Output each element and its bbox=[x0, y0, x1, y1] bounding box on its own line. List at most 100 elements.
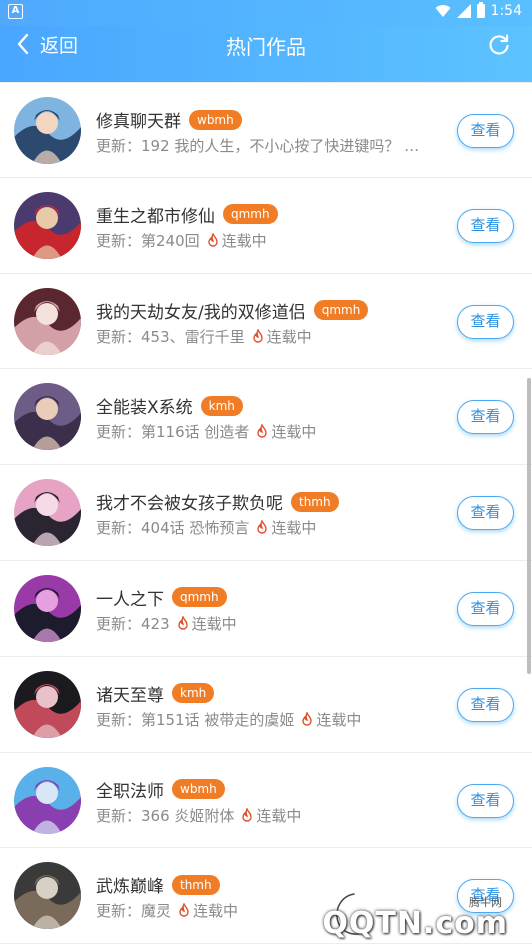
cover-avatar[interactable] bbox=[14, 862, 81, 930]
refresh-icon[interactable] bbox=[486, 32, 512, 58]
work-title[interactable]: 全能装X系统 bbox=[96, 393, 193, 418]
work-title[interactable]: 武炼巅峰 bbox=[96, 872, 164, 897]
list-item[interactable]: 全职法师 wbmh 更新：366 炎姬附体 连载中 查看 bbox=[0, 752, 532, 849]
cover-avatar[interactable] bbox=[14, 287, 81, 355]
source-tag: kmh bbox=[172, 683, 215, 704]
serial-status: 连载中 bbox=[206, 230, 267, 251]
update-text: 更新：192 我的人生，不小心按了快进键吗？ … bbox=[96, 137, 420, 155]
view-button[interactable]: 查看 bbox=[457, 591, 514, 626]
work-title[interactable]: 我才不会被女孩子欺负呢 bbox=[96, 489, 283, 514]
update-line: 更新：366 炎姬附体 连载中 bbox=[96, 805, 301, 826]
list-item[interactable]: 修真聊天群 wbmh 更新：192 我的人生，不小心按了快进键吗？ … 查看 bbox=[0, 82, 532, 178]
page-title: 热门作品 bbox=[226, 35, 306, 59]
cover-avatar[interactable] bbox=[14, 670, 81, 738]
fire-icon bbox=[207, 232, 218, 247]
update-line: 更新：453、雷行千里 连载中 bbox=[96, 326, 312, 347]
update-text: 更新：第240回 bbox=[96, 231, 200, 250]
wifi-icon bbox=[435, 5, 451, 18]
chevron-left-icon bbox=[17, 33, 29, 55]
title-line: 修真聊天群 wbmh bbox=[96, 107, 242, 132]
battery-icon bbox=[476, 2, 485, 18]
fire-icon bbox=[302, 711, 313, 726]
work-title[interactable]: 诸天至尊 bbox=[96, 681, 164, 706]
list-item[interactable]: 重生之都市修仙 qmmh 更新：第240回 连载中 查看 bbox=[0, 177, 532, 274]
update-line: 更新：第240回 连载中 bbox=[96, 230, 267, 251]
fire-icon bbox=[257, 424, 268, 439]
fire-icon bbox=[179, 903, 189, 918]
title-line: 我的天劫女友/我的双修道侣 qmmh bbox=[96, 298, 369, 323]
work-title[interactable]: 全职法师 bbox=[96, 777, 164, 802]
view-button[interactable]: 查看 bbox=[457, 304, 514, 339]
update-text: 更新：第116话 创造者 bbox=[96, 423, 250, 442]
view-button[interactable]: 查看 bbox=[457, 783, 514, 818]
work-title[interactable]: 重生之都市修仙 bbox=[96, 202, 215, 227]
cover-avatar[interactable] bbox=[14, 479, 81, 547]
update-line: 更新：第116话 创造者 连载中 bbox=[96, 421, 316, 442]
signal-icon bbox=[456, 4, 471, 18]
serial-status: 连载中 bbox=[177, 900, 238, 921]
serial-status: 连载中 bbox=[176, 613, 237, 634]
update-text: 更新：404话 恐怖预言 bbox=[96, 519, 250, 538]
serial-status: 连载中 bbox=[255, 421, 316, 442]
title-line: 全能装X系统 kmh bbox=[96, 393, 243, 418]
watermark: 腾牛网 QQTN.com bbox=[316, 886, 526, 946]
work-title[interactable]: 修真聊天群 bbox=[96, 107, 181, 132]
cover-avatar[interactable] bbox=[14, 191, 81, 259]
title-line: 全职法师 wbmh bbox=[96, 777, 225, 802]
status-bar: A 1:54 bbox=[0, 0, 532, 26]
title-line: 诸天至尊 kmh bbox=[96, 681, 215, 706]
update-text: 更新：453、雷行千里 bbox=[96, 327, 245, 346]
status-time: 1:54 bbox=[490, 3, 522, 19]
scrollbar[interactable] bbox=[527, 378, 531, 674]
works-list: 修真聊天群 wbmh 更新：192 我的人生，不小心按了快进键吗？ … 查看 重… bbox=[0, 82, 532, 945]
cover-avatar[interactable] bbox=[14, 97, 81, 164]
update-text: 更新：第151话 被带走的虞姬 bbox=[96, 710, 295, 729]
source-tag: qmmh bbox=[223, 204, 278, 225]
serial-status: 连载中 bbox=[255, 517, 316, 538]
view-button[interactable]: 查看 bbox=[457, 208, 514, 243]
title-line: 武炼巅峰 thmh bbox=[96, 872, 220, 897]
work-title[interactable]: 我的天劫女友/我的双修道侣 bbox=[96, 298, 306, 323]
fire-icon bbox=[252, 328, 263, 343]
cover-avatar[interactable] bbox=[14, 574, 81, 642]
update-text: 更新：366 炎姬附体 bbox=[96, 806, 235, 825]
source-tag: thmh bbox=[291, 491, 339, 512]
back-button[interactable]: 返回 bbox=[16, 26, 78, 62]
title-line: 我才不会被女孩子欺负呢 thmh bbox=[96, 489, 339, 514]
list-item[interactable]: 全能装X系统 kmh 更新：第116话 创造者 连载中 查看 bbox=[0, 369, 532, 466]
source-tag: thmh bbox=[172, 874, 220, 895]
list-item[interactable]: 我的天劫女友/我的双修道侣 qmmh 更新：453、雷行千里 连载中 查看 bbox=[0, 273, 532, 370]
view-button[interactable]: 查看 bbox=[457, 496, 514, 531]
fire-icon bbox=[257, 520, 268, 534]
source-tag: wbmh bbox=[189, 109, 242, 130]
update-text: 更新：423 bbox=[96, 614, 170, 633]
app-notification-icon: A bbox=[8, 4, 23, 19]
view-button[interactable]: 查看 bbox=[457, 400, 514, 435]
work-title[interactable]: 一人之下 bbox=[96, 585, 164, 610]
list-item[interactable]: 一人之下 qmmh 更新：423 连载中 查看 bbox=[0, 560, 532, 657]
serial-status: 连载中 bbox=[300, 709, 361, 730]
nav-bar: 热门作品 返回 bbox=[0, 26, 532, 82]
update-line: 更新：魔灵 连载中 bbox=[96, 900, 238, 921]
cover-avatar[interactable] bbox=[14, 766, 81, 834]
list-item[interactable]: 我才不会被女孩子欺负呢 thmh 更新：404话 恐怖预言 连载中 查看 bbox=[0, 465, 532, 561]
source-tag: qmmh bbox=[172, 587, 227, 608]
serial-status: 连载中 bbox=[240, 805, 301, 826]
list-item[interactable]: 诸天至尊 kmh 更新：第151话 被带走的虞姬 连载中 查看 bbox=[0, 656, 532, 753]
view-button[interactable]: 查看 bbox=[457, 687, 514, 722]
watermark-brand: QQTN.com bbox=[322, 906, 508, 941]
update-line: 更新：192 我的人生，不小心按了快进键吗？ … bbox=[96, 135, 419, 156]
title-line: 重生之都市修仙 qmmh bbox=[96, 202, 278, 227]
source-tag: qmmh bbox=[313, 300, 369, 321]
update-text: 更新：魔灵 bbox=[96, 902, 172, 921]
status-icons: 1:54 bbox=[435, 2, 522, 19]
source-tag: kmh bbox=[200, 395, 243, 416]
fire-icon bbox=[177, 615, 188, 630]
source-tag: wbmh bbox=[172, 779, 225, 800]
cover-avatar[interactable] bbox=[14, 383, 81, 451]
update-line: 更新：第151话 被带走的虞姬 连载中 bbox=[96, 709, 361, 730]
view-button[interactable]: 查看 bbox=[457, 114, 514, 148]
update-line: 更新：423 连载中 bbox=[96, 613, 237, 634]
update-line: 更新：404话 恐怖预言 连载中 bbox=[96, 517, 316, 538]
fire-icon bbox=[242, 807, 253, 822]
